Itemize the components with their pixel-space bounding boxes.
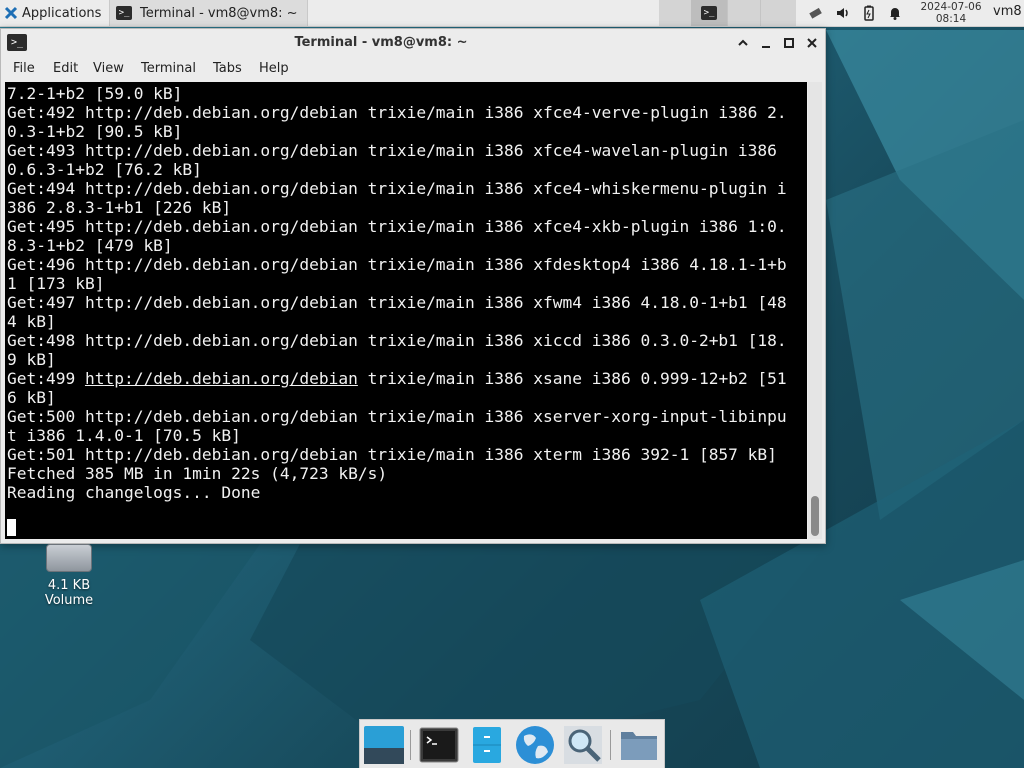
menu-file[interactable]: File — [13, 61, 35, 76]
terminal-line: Fetched 385 MB in 1min 22s (4,723 kB/s) — [7, 464, 388, 483]
terminal-line: 8.3-1+b2 [479 kB] — [7, 236, 173, 255]
menu-edit[interactable]: Edit — [53, 61, 78, 76]
notification-bell-icon[interactable] — [887, 5, 903, 21]
close-icon — [807, 38, 817, 48]
terminal-line: 0.3-1+b2 [90.5 kB] — [7, 122, 183, 141]
home-folder-launcher[interactable] — [618, 724, 660, 766]
terminal-line: Get:492 http://deb.debian.org/debian tri… — [7, 103, 787, 122]
terminal-line: Get:493 http://deb.debian.org/debian tri… — [7, 141, 777, 160]
drive-icon — [46, 544, 92, 572]
terminal-line: Get:498 http://deb.debian.org/debian tri… — [7, 331, 787, 350]
menu-tabs[interactable]: Tabs — [213, 61, 242, 76]
terminal-cursor — [7, 519, 16, 536]
terminal-line: 6 kB] — [7, 388, 56, 407]
file-manager-launcher[interactable] — [466, 724, 508, 766]
terminal-line: 7.2-1+b2 [59.0 kB] — [7, 84, 183, 103]
minimize-icon — [762, 46, 770, 48]
battery-icon[interactable] — [861, 5, 877, 21]
volume-icon[interactable] — [835, 5, 851, 21]
menu-terminal[interactable]: Terminal — [141, 61, 196, 76]
workspace-1[interactable] — [659, 0, 691, 26]
menu-help[interactable]: Help — [259, 61, 289, 76]
terminal-line: 1 [173 kB] — [7, 274, 105, 293]
terminal-icon: >_ — [116, 6, 132, 20]
user-menu[interactable]: vm8 — [993, 4, 1022, 19]
clock-time: 08:14 — [935, 13, 967, 25]
terminal-text: 7.2-1+b2 [59.0 kB] Get:492 http://deb.de… — [5, 82, 807, 502]
applications-menu-button[interactable]: Applications — [0, 0, 108, 26]
taskbar-terminal-label: Terminal - vm8@vm8: ~ — [140, 5, 298, 21]
scrollbar-thumb[interactable] — [811, 496, 819, 536]
dock — [359, 719, 665, 768]
terminal-scrollbar[interactable] — [808, 82, 822, 539]
close-button[interactable] — [804, 35, 820, 51]
terminal-line: t i386 1.4.0-1 [70.5 kB] — [7, 426, 241, 445]
terminal-icon — [419, 727, 459, 763]
minimize-button[interactable] — [758, 35, 774, 51]
volume-size-label: 4.1 KB — [47, 578, 91, 593]
window-titlebar[interactable]: >_ Terminal - vm8@vm8: ~ — [1, 29, 825, 57]
terminal-launcher[interactable] — [418, 724, 460, 766]
terminal-line: Get:495 http://deb.debian.org/debian tri… — [7, 217, 787, 236]
top-panel: Applications >_ Terminal - vm8@vm8: ~ >_… — [0, 0, 1024, 27]
xfce-logo-icon — [4, 6, 18, 20]
dock-separator — [610, 730, 611, 760]
terminal-line: Get:496 http://deb.debian.org/debian tri… — [7, 255, 787, 274]
workspace-4[interactable] — [760, 0, 796, 26]
terminal-line: Get:497 http://deb.debian.org/debian tri… — [7, 293, 787, 312]
terminal-line: 4 kB] — [7, 312, 56, 331]
terminal-line: 386 2.8.3-1+b1 [226 kB] — [7, 198, 232, 217]
dock-separator — [410, 730, 411, 760]
app-finder-launcher[interactable] — [562, 724, 604, 766]
terminal-window: >_ Terminal - vm8@vm8: ~ File Edit View … — [0, 28, 826, 544]
terminal-url-link[interactable]: http://deb.debian.org/debian — [85, 369, 358, 388]
terminal-line: 9 kB] — [7, 350, 56, 369]
web-browser-launcher[interactable] — [514, 724, 556, 766]
volume-name-label: Volume — [44, 593, 94, 608]
show-desktop-icon — [364, 726, 404, 764]
menu-view[interactable]: View — [93, 61, 124, 76]
maximize-button[interactable] — [781, 35, 797, 51]
terminal-line-hovered-link[interactable]: Get:499 http://deb.debian.org/debian tri… — [7, 369, 787, 388]
clock-date: 2024-07-06 — [920, 1, 982, 13]
terminal-line: Get:501 http://deb.debian.org/debian tri… — [7, 445, 777, 464]
show-desktop-button[interactable] — [363, 724, 405, 766]
app-finder-icon — [564, 726, 602, 764]
folder-icon — [621, 732, 657, 760]
applications-label: Applications — [22, 5, 102, 21]
terminal-line: Get:500 http://deb.debian.org/debian tri… — [7, 407, 787, 426]
maximize-icon — [784, 38, 794, 48]
clock[interactable]: 2024-07-06 08:14 — [914, 1, 988, 25]
window-title: Terminal - vm8@vm8: ~ — [294, 35, 468, 50]
terminal-line: Get:494 http://deb.debian.org/debian tri… — [7, 179, 787, 198]
terminal-line: 0.6.3-1+b2 [76.2 kB] — [7, 160, 202, 179]
workspace-terminal-icon: >_ — [701, 6, 717, 20]
file-manager-icon — [473, 727, 501, 763]
taskbar-terminal-button[interactable]: >_ Terminal - vm8@vm8: ~ — [109, 0, 308, 26]
workspace-2[interactable]: >_ — [691, 0, 727, 26]
terminal-output[interactable]: 7.2-1+b2 [59.0 kB] Get:492 http://deb.de… — [5, 82, 807, 539]
roll-up-button[interactable] — [735, 35, 751, 51]
desktop-volume-icon[interactable]: 4.1 KB Volume — [34, 544, 104, 608]
chevron-up-icon — [738, 39, 748, 46]
web-browser-icon — [516, 726, 554, 764]
workspace-3[interactable] — [727, 0, 761, 26]
network-icon[interactable] — [808, 5, 824, 21]
terminal-line: Reading changelogs... Done — [7, 483, 261, 502]
menubar: File Edit View Terminal Tabs Help — [1, 57, 825, 81]
